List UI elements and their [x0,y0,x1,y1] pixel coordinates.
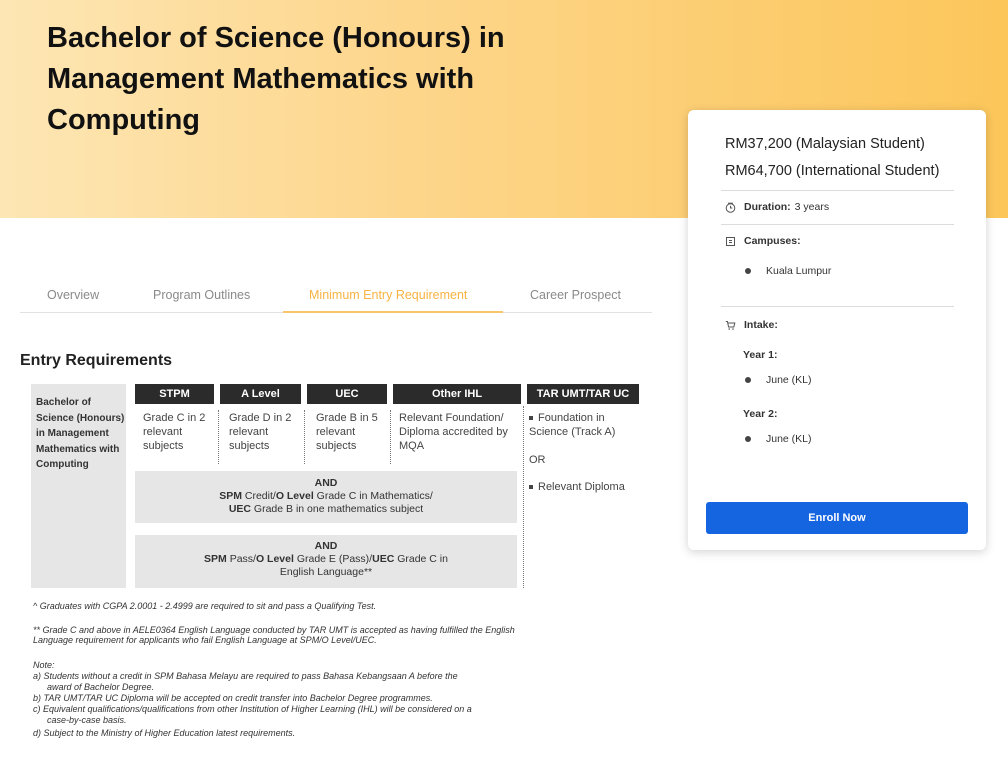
tab-minimum-entry-requirement[interactable]: Minimum Entry Requirement [309,288,467,302]
bullet-dot [745,377,751,383]
program-name-cell: Bachelor of Science (Honours) in Managem… [31,384,126,588]
intake-row: Intake: [725,319,782,331]
header-a-level: A Level [220,384,301,404]
tab-overview[interactable]: Overview [47,288,99,302]
divider [721,224,954,225]
and-label: AND [314,540,338,552]
and-line: SPM Pass/O Level Grade E (Pass)/UEC Grad… [204,553,448,565]
note-label: Note: [33,660,55,670]
note-a-2: award of Bachelor Degree. [47,682,155,692]
bullet-dot [745,268,751,274]
program-info-card: RM37,200 (Malaysian Student) RM64,700 (I… [688,110,986,550]
year2-item: June (KL) [745,433,812,445]
column-divider [390,410,391,464]
divider [721,306,954,307]
note-d: d) Subject to the Ministry of Higher Edu… [33,728,296,738]
a-level-requirement: Grade D in 2 relevant subjects [229,412,292,452]
campuses-row: Campuses: [725,235,805,247]
price-international: RM64,700 (International Student) [725,163,940,179]
note-cgpa: ^ Graduates with CGPA 2.0001 - 2.4999 ar… [33,601,377,611]
tar-item-diploma: Relevant Diploma [529,480,625,494]
price-malaysian: RM37,200 (Malaysian Student) [725,136,925,152]
cart-icon [725,320,736,331]
duration-value: 3 years [794,201,830,213]
active-tab-indicator [283,311,503,313]
entry-requirements-heading: Entry Requirements [20,352,173,369]
year1-label: Year 1: [743,349,778,361]
divider [721,190,954,191]
tab-bar: Overview Program Outlines Minimum Entry … [20,280,652,313]
campus-item: Kuala Lumpur [745,265,831,277]
note-c-1: c) Equivalent qualifications/qualificati… [33,704,472,714]
and-line: SPM Credit/O Level Grade C in Mathematic… [219,490,433,502]
header-stpm: STPM [135,384,214,404]
bullet-square [529,485,533,490]
stpm-requirement: Grade C in 2 relevant subjects [143,412,206,452]
note-a-1: a) Students without a credit in SPM Baha… [33,671,458,681]
uec-requirement: Grade B in 5 relevant subjects [316,412,378,452]
campus-name: Kuala Lumpur [766,265,832,277]
tab-career-prospect[interactable]: Career Prospect [530,288,621,302]
tar-or: OR [529,454,546,466]
and-requirement-2: AND SPM Pass/O Level Grade E (Pass)/UEC … [135,535,517,588]
year1-item: June (KL) [745,374,812,386]
header-other-ihl: Other IHL [393,384,521,404]
bullet-dot [745,436,751,442]
column-divider [218,410,219,464]
note-english-1: ** Grade C and above in AELE0364 English… [33,625,515,635]
and-line: UEC Grade B in one mathematics subject [228,503,424,515]
header-tar-umt: TAR UMT/TAR UC [527,384,639,404]
tar-item-foundation: Foundation in Science (Track A) [529,412,616,438]
enroll-now-button[interactable]: Enroll Now [706,502,968,534]
and-requirement-1: AND SPM Credit/O Level Grade C in Mathem… [135,471,517,523]
note-c-2: case-by-case basis. [47,715,127,725]
note-b: b) TAR UMT/TAR UC Diploma will be accept… [33,693,433,703]
year2-value: June (KL) [766,433,812,445]
campuses-label: Campuses: [744,235,801,247]
tab-program-outlines[interactable]: Program Outlines [153,288,250,302]
intake-label: Intake: [744,319,778,331]
other-ihl-requirement: Relevant Foundation/ Diploma accredited … [399,412,508,452]
and-line: English Language** [279,566,373,578]
and-label: AND [314,477,338,489]
year1-value: June (KL) [766,374,812,386]
note-english-2: Language requirement for applicants who … [33,635,377,645]
bullet-square [529,416,533,421]
column-divider [523,406,524,588]
program-name: Bachelor of Science (Honours) in Managem… [36,397,125,470]
year2-label: Year 2: [743,408,778,420]
duration-label: Duration: [744,201,791,213]
column-divider [304,410,305,464]
duration-row: Duration: 3 years [725,201,829,213]
page-title: Bachelor of Science (Honours) in Managem… [47,22,505,136]
header-uec: UEC [307,384,387,404]
clock-icon [725,202,736,213]
building-icon [725,236,736,247]
